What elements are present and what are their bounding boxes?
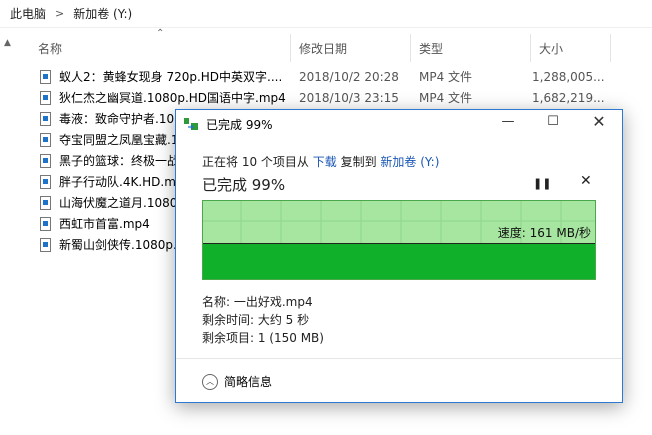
copy-files-icon xyxy=(184,118,198,130)
breadcrumb-separator-icon[interactable]: > xyxy=(55,7,64,20)
file-name: 狄仁杰之幽冥道.1080p.HD国语中字.mp4 xyxy=(59,91,286,105)
file-name: 黑子的篮球：终极一战 xyxy=(59,154,180,168)
speed-label: 速度: 161 MB/秒 xyxy=(497,226,591,240)
destination-folder-link[interactable]: 新加卷 (Y:) xyxy=(380,155,439,169)
chevron-up-icon: ︿ xyxy=(202,373,218,390)
file-name: 西虹市首富.mp4 xyxy=(59,217,150,231)
fewer-details-label: 简略信息 xyxy=(224,375,273,389)
current-speed-line xyxy=(203,243,595,244)
video-file-icon xyxy=(40,90,51,105)
dialog-titlebar[interactable]: 已完成 99% — ☐ ✕ xyxy=(176,110,622,138)
throughput-area xyxy=(203,243,595,279)
dialog-title: 已完成 99% xyxy=(206,118,273,132)
file-type: MP4 文件 xyxy=(419,91,473,105)
maximize-icon[interactable]: ☐ xyxy=(538,114,568,134)
cancel-icon[interactable]: ✕ xyxy=(580,173,592,189)
status-mid: 复制到 xyxy=(340,155,377,169)
video-file-icon xyxy=(40,237,51,252)
file-date: 2018/10/3 23:15 xyxy=(299,90,399,105)
file-size: 1,288,005... xyxy=(532,69,605,84)
video-file-icon xyxy=(40,69,51,84)
close-icon[interactable]: ✕ xyxy=(584,112,614,132)
file-row[interactable]: 蚁人2：黄蜂女现身 720p.HD中英双字.... 2018/10/2 20:2… xyxy=(40,66,640,87)
column-divider[interactable] xyxy=(290,34,291,62)
sort-ascending-icon: ⌃ xyxy=(156,28,165,39)
transfer-details: 名称: 一出好戏.mp4 剩余时间: 大约 5 秒 剩余项目: 1 (150 M… xyxy=(202,293,324,347)
fewer-details-button[interactable]: ︿ 简略信息 xyxy=(202,373,272,390)
video-file-icon xyxy=(40,153,51,168)
source-folder-link[interactable]: 下载 xyxy=(313,155,337,169)
file-name: 胖子行动队.4K.HD.mp xyxy=(59,175,184,189)
file-name: 夺宝同盟之凤凰宝藏.1 xyxy=(59,133,179,147)
video-file-icon xyxy=(40,195,51,210)
file-name: 蚁人2：黄蜂女现身 720p.HD中英双字.... xyxy=(59,70,283,84)
column-header-size[interactable]: 大小 xyxy=(539,36,563,60)
column-divider[interactable] xyxy=(610,34,611,62)
column-divider[interactable] xyxy=(410,34,411,62)
copy-progress-dialog: 已完成 99% — ☐ ✕ 正在将 10 个项目从 下载 复制到 新加卷 (Y:… xyxy=(175,109,623,403)
breadcrumb-current[interactable]: 新加卷 (Y:) xyxy=(73,5,132,22)
status-prefix: 正在将 10 个项目从 xyxy=(202,155,309,169)
file-type: MP4 文件 xyxy=(419,70,473,84)
file-date: 2018/10/2 20:28 xyxy=(299,69,399,84)
collapse-arrow-icon[interactable]: ▲ xyxy=(4,38,11,48)
file-name: 山海伏魔之道月.1080 xyxy=(59,196,178,210)
pause-icon[interactable]: ❚❚ xyxy=(533,177,551,190)
speed-graph: 速度: 161 MB/秒 xyxy=(202,200,596,280)
file-name: 毒液：致命守护者.108 xyxy=(59,112,182,126)
minimize-icon[interactable]: — xyxy=(493,114,523,134)
breadcrumb: 此电脑 > 新加卷 (Y:) xyxy=(0,0,652,28)
copy-status-line: 正在将 10 个项目从 下载 复制到 新加卷 (Y:) xyxy=(202,153,439,170)
video-file-icon xyxy=(40,132,51,147)
current-file-name: 名称: 一出好戏.mp4 xyxy=(202,295,313,309)
column-divider[interactable] xyxy=(530,34,531,62)
time-remaining: 剩余时间: 大约 5 秒 xyxy=(202,313,310,327)
video-file-icon xyxy=(40,174,51,189)
column-header-type[interactable]: 类型 xyxy=(419,36,443,60)
file-row[interactable]: 狄仁杰之幽冥道.1080p.HD国语中字.mp4 2018/10/3 23:15… xyxy=(40,87,640,108)
video-file-icon xyxy=(40,216,51,231)
file-name: 新蜀山剑侠传.1080p. xyxy=(59,238,177,252)
column-header-date[interactable]: 修改日期 xyxy=(299,36,347,60)
breadcrumb-root[interactable]: 此电脑 xyxy=(10,5,46,22)
progress-title: 已完成 99% xyxy=(202,176,286,194)
file-size: 1,682,219... xyxy=(532,90,605,105)
dialog-divider xyxy=(176,358,622,359)
items-remaining: 剩余项目: 1 (150 MB) xyxy=(202,331,324,345)
column-header-name[interactable]: 名称 xyxy=(38,36,62,60)
video-file-icon xyxy=(40,111,51,126)
